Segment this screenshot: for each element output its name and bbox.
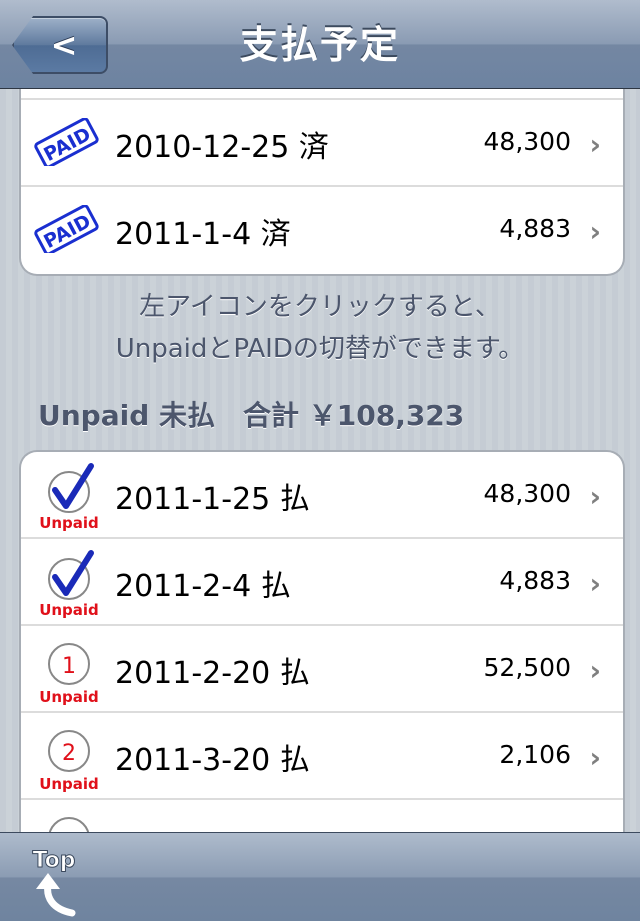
payment-date: 2011-2-4 払 [115,569,291,604]
info-line-1: 左アイコンをクリックすると、 [139,292,501,322]
svg-text:Unpaid: Unpaid [39,775,99,793]
payment-date: 2010-12-25 済 [115,130,329,165]
list-item[interactable]: Unpaid 2011-1-25 払 48,300 › [21,452,623,539]
svg-text:Unpaid: Unpaid [39,514,99,532]
list-item[interactable]: PAID 2011-1-4 済 4,883 › [21,187,623,274]
payment-amount: 48,300 [483,479,571,508]
check-icon[interactable]: Unpaid [33,460,105,534]
payment-date: 2011-1-4 済 [115,217,291,252]
chevron-right-icon: › [589,128,601,161]
scroll-to-top-button[interactable]: Top [22,841,92,917]
svg-text:Unpaid: Unpaid [39,601,99,619]
payment-date: 2011-3-20 払 [115,743,310,778]
navigation-bar: < 支払予定 [0,0,640,89]
paid-stamp-icon[interactable]: PAID [33,118,99,166]
circle-number-icon[interactable]: 2 Unpaid [33,721,105,795]
payment-amount: 2,106 [499,740,571,769]
chevron-right-icon: › [589,215,601,248]
unpaid-list: Unpaid 2011-1-25 払 48,300 › Unpaid 2011-… [19,450,625,872]
chevron-right-icon: › [589,654,601,687]
payment-date: 2011-1-25 払 [115,482,310,517]
unpaid-section-header: Unpaid 未払 合計 ￥108,323 [38,399,465,432]
bottom-toolbar: Top [0,832,640,921]
svg-text:2: 2 [62,741,76,766]
chevron-right-icon: › [589,567,601,600]
svg-text:PAID: PAID [40,123,94,166]
payment-date: 2011-2-20 払 [115,656,310,691]
paid-list: PAID 2010-12-25 済 48,300 › PAID 2011-1-4… [19,60,625,276]
payment-amount: 52,500 [483,653,571,682]
circle-number-icon[interactable]: 1 Unpaid [33,634,105,708]
chevron-right-icon: › [589,741,601,774]
svg-text:1: 1 [62,654,76,679]
svg-text:PAID: PAID [40,210,94,253]
paid-stamp-icon[interactable]: PAID [33,205,99,253]
list-item[interactable]: PAID 2010-12-25 済 48,300 › [21,100,623,187]
payment-amount: 4,883 [499,566,571,595]
svg-text:Unpaid: Unpaid [39,688,99,706]
chevron-right-icon: › [589,480,601,513]
list-item[interactable]: 2 Unpaid 2011-3-20 払 2,106 › [21,713,623,800]
info-line-2: UnpaidとPAIDの切替ができます。 [115,334,525,364]
payment-amount: 4,883 [499,214,571,243]
list-item[interactable]: 1 Unpaid 2011-2-20 払 52,500 › [21,626,623,713]
list-item[interactable]: Unpaid 2011-2-4 払 4,883 › [21,539,623,626]
payment-amount: 48,300 [483,127,571,156]
page-title: 支払予定 [239,23,400,67]
svg-text:Top: Top [33,848,76,873]
check-icon[interactable]: Unpaid [33,547,105,621]
